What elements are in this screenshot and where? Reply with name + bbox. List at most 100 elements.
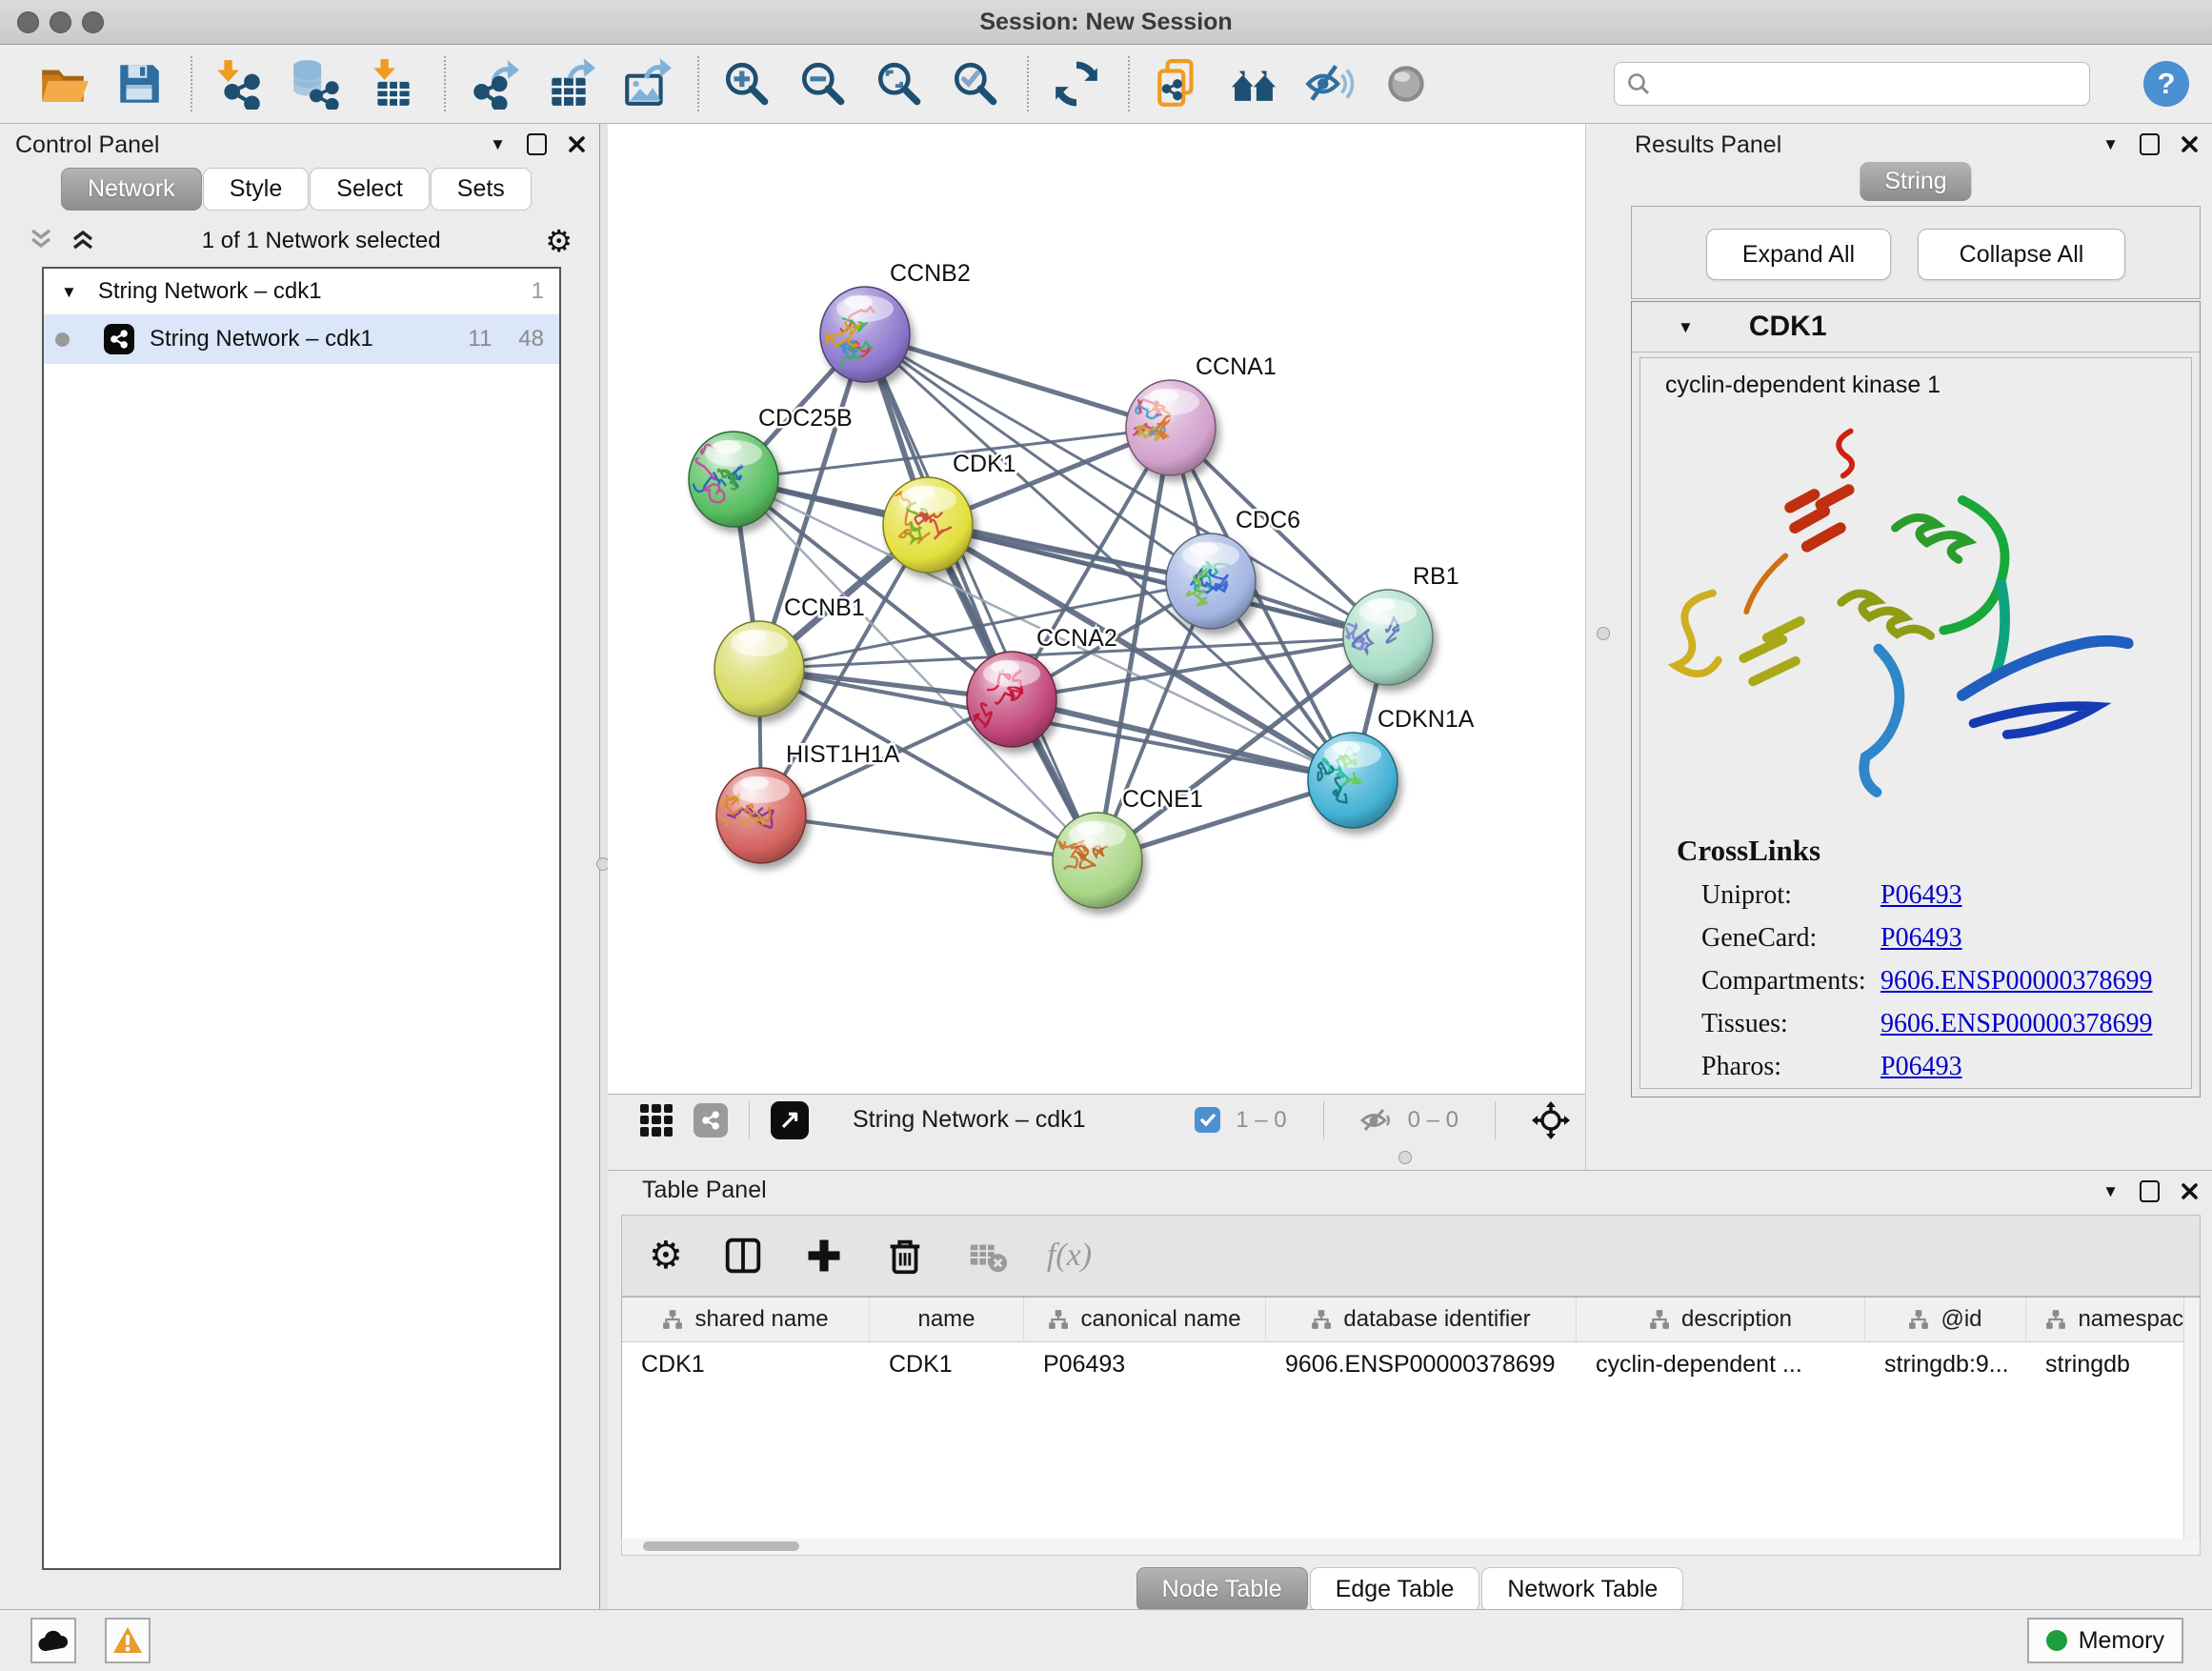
export-table-button[interactable] bbox=[543, 56, 596, 111]
network-options-gear-icon[interactable]: ⚙ bbox=[545, 226, 573, 256]
protein-expand-icon[interactable]: ▼ bbox=[1678, 319, 1694, 335]
detach-view-icon[interactable]: ↗ bbox=[771, 1101, 809, 1139]
table-cell[interactable]: stringdb bbox=[2026, 1342, 2201, 1386]
crosslink-link-genecard-[interactable]: P06493 bbox=[1880, 923, 1962, 954]
export-network-button[interactable] bbox=[467, 56, 520, 111]
control-panel-menu-icon[interactable]: ▼ bbox=[490, 136, 506, 152]
results-panel-close-icon[interactable] bbox=[2181, 135, 2199, 153]
table-cell[interactable]: stringdb:9... bbox=[1865, 1342, 2026, 1386]
control-panel-float-icon[interactable] bbox=[527, 133, 547, 155]
crosslink-link-pharos-[interactable]: P06493 bbox=[1880, 1052, 1962, 1082]
save-session-button[interactable] bbox=[112, 56, 166, 111]
horizontal-splitter[interactable] bbox=[608, 1145, 1585, 1170]
hide-panel-button[interactable] bbox=[1303, 56, 1357, 111]
column-header-name[interactable]: name bbox=[870, 1298, 1024, 1341]
crosshair-icon[interactable] bbox=[1532, 1101, 1570, 1139]
table-header-row: shared namenamecanonical namedatabase id… bbox=[622, 1298, 2200, 1342]
network-collection-row[interactable]: ▼ String Network – cdk1 1 bbox=[44, 269, 559, 314]
refresh-view-button[interactable] bbox=[1050, 56, 1103, 111]
network-node-RB1[interactable]: RB1 bbox=[1343, 563, 1459, 685]
crosslink-link-uniprot-[interactable]: P06493 bbox=[1880, 880, 1962, 911]
add-column-icon[interactable] bbox=[803, 1235, 845, 1277]
toolbar-separator bbox=[1495, 1101, 1496, 1139]
clone-network-button[interactable] bbox=[1151, 56, 1204, 111]
expand-all-networks-icon[interactable] bbox=[69, 225, 97, 258]
import-network-database-button[interactable] bbox=[290, 56, 343, 111]
tab-network-table[interactable]: Network Table bbox=[1481, 1567, 1683, 1612]
show-columns-icon[interactable] bbox=[721, 1234, 765, 1278]
protein-entry-header[interactable]: ▼ CDK1 bbox=[1632, 302, 2200, 352]
tab-node-table[interactable]: Node Table bbox=[1136, 1567, 1308, 1612]
tab-edge-table[interactable]: Edge Table bbox=[1310, 1567, 1480, 1612]
table-cell[interactable]: CDK1 bbox=[870, 1342, 1024, 1386]
collapse-all-networks-icon[interactable] bbox=[27, 225, 55, 258]
help-button[interactable]: ? bbox=[2143, 61, 2189, 107]
column-header-namespace[interactable]: namespace bbox=[2026, 1298, 2201, 1341]
cloud-status-button[interactable] bbox=[30, 1618, 76, 1663]
selected-checkbox[interactable] bbox=[1195, 1107, 1220, 1133]
table-cell[interactable]: 9606.ENSP00000378699 bbox=[1266, 1342, 1577, 1386]
crosslink-link-compartments-[interactable]: 9606.ENSP00000378699 bbox=[1880, 966, 2152, 997]
open-folder-icon bbox=[37, 58, 89, 110]
table-row[interactable]: CDK1CDK1P064939606.ENSP00000378699cyclin… bbox=[622, 1342, 2200, 1386]
memory-button[interactable]: Memory bbox=[2027, 1618, 2183, 1663]
results-panel-menu-icon[interactable]: ▼ bbox=[2102, 136, 2119, 152]
grid-view-icon[interactable] bbox=[640, 1104, 673, 1137]
network-node-CCNA1[interactable]: CCNA1 bbox=[1126, 353, 1277, 475]
network-canvas[interactable]: CCNB2CCNA1CDC25BCDK1CDC6RB1CCNB1CCNA2CDK… bbox=[608, 124, 1585, 1094]
column-header-description[interactable]: description bbox=[1577, 1298, 1865, 1341]
zoom-fit-button[interactable] bbox=[873, 56, 926, 111]
table-horizontal-scrollbar[interactable] bbox=[621, 1539, 2201, 1556]
export-image-button[interactable] bbox=[619, 56, 673, 111]
import-network-file-button[interactable] bbox=[213, 56, 267, 111]
table-cell[interactable]: CDK1 bbox=[622, 1342, 870, 1386]
table-options-gear-icon[interactable]: ⚙ bbox=[649, 1237, 683, 1275]
splitter-handle[interactable] bbox=[1597, 627, 1610, 640]
search-input[interactable] bbox=[1651, 70, 2078, 98]
network-node-CCNB1[interactable]: CCNB1 bbox=[714, 594, 865, 716]
zoom-out-button[interactable] bbox=[796, 56, 850, 111]
scrollbar-thumb[interactable] bbox=[643, 1541, 799, 1551]
hidden-eye-icon[interactable] bbox=[1360, 1108, 1393, 1133]
crosslink-link-tissues-[interactable]: 9606.ENSP00000378699 bbox=[1880, 1009, 2152, 1039]
column-header--id[interactable]: @id bbox=[1865, 1298, 2026, 1341]
network-node-CDKN1A[interactable]: CDKN1A bbox=[1308, 706, 1475, 828]
delete-column-icon[interactable] bbox=[883, 1234, 927, 1278]
network-node-CCNB2[interactable]: CCNB2 bbox=[820, 260, 971, 382]
table-panel-menu-icon[interactable]: ▼ bbox=[2102, 1183, 2119, 1199]
show-panel-button[interactable] bbox=[1379, 56, 1433, 111]
collection-expand-icon[interactable]: ▼ bbox=[61, 284, 77, 300]
network-row-selected[interactable]: String Network – cdk1 11 48 bbox=[44, 314, 559, 364]
left-splitter[interactable] bbox=[600, 124, 608, 1610]
results-panel-float-icon[interactable] bbox=[2140, 133, 2160, 155]
string-home-button[interactable] bbox=[1227, 56, 1280, 111]
import-table-file-button[interactable] bbox=[366, 56, 419, 111]
network-node-CCNE1[interactable]: CCNE1 bbox=[1053, 786, 1203, 908]
tab-network[interactable]: Network bbox=[61, 168, 202, 211]
column-header-shared-name[interactable]: shared name bbox=[622, 1298, 870, 1341]
zoom-in-button[interactable] bbox=[720, 56, 774, 111]
column-header-canonical-name[interactable]: canonical name bbox=[1024, 1298, 1266, 1341]
splitter-handle[interactable] bbox=[1398, 1151, 1412, 1164]
tab-select[interactable]: Select bbox=[310, 168, 429, 211]
tab-style[interactable]: Style bbox=[203, 168, 310, 211]
table-panel-close-icon[interactable] bbox=[2181, 1182, 2199, 1200]
network-node-HIST1H1A[interactable]: HIST1H1A bbox=[713, 741, 900, 863]
control-panel-close-icon[interactable] bbox=[568, 135, 586, 153]
right-splitter[interactable] bbox=[1585, 124, 1620, 1170]
zoom-selected-button[interactable] bbox=[949, 56, 1002, 111]
table-panel-float-icon[interactable] bbox=[2140, 1180, 2160, 1202]
table-vertical-scrollbar[interactable] bbox=[2183, 1298, 2200, 1540]
collapse-all-button[interactable]: Collapse All bbox=[1918, 229, 2125, 280]
table-cell[interactable]: P06493 bbox=[1024, 1342, 1266, 1386]
network-edge-count: 48 bbox=[518, 326, 544, 352]
tab-string[interactable]: String bbox=[1860, 162, 1971, 201]
warning-status-button[interactable] bbox=[105, 1618, 151, 1663]
network-node-CDK1[interactable]: CDK1 bbox=[883, 451, 1016, 573]
network-share-icon[interactable] bbox=[694, 1103, 728, 1137]
open-session-button[interactable] bbox=[36, 56, 90, 111]
column-header-database-identifier[interactable]: database identifier bbox=[1266, 1298, 1577, 1341]
tab-sets[interactable]: Sets bbox=[431, 168, 532, 211]
expand-all-button[interactable]: Expand All bbox=[1706, 229, 1891, 280]
table-cell[interactable]: cyclin-dependent ... bbox=[1577, 1342, 1865, 1386]
